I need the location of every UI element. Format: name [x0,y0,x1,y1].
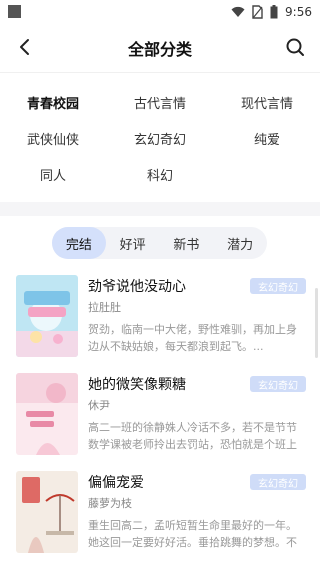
book-cover [16,275,78,357]
book-item[interactable]: 劲爷说他没动心 拉肚肚 玄幻奇幻 贺劲，临南一中大佬，野性难驯，再加上身边从不缺… [0,275,320,367]
book-author: 拉肚肚 [88,301,121,314]
wifi-icon [231,6,245,17]
no-sim-icon [252,5,263,19]
section-divider [0,202,320,216]
tab-new[interactable]: 新书 [160,227,214,259]
category-grid: 青春校园 古代言情 现代言情 武侠仙侠 玄幻奇幻 纯爱 同人 科幻 [0,72,320,202]
book-description: 贺劲，临南一中大佬，野性难驯，再加上身边从不缺姑娘，每天都浪到起飞。... [88,323,297,353]
category-item[interactable]: 同人 [8,165,98,184]
category-item[interactable]: 科幻 [115,165,205,184]
status-icons: 9:56 [231,3,312,21]
genre-tag: 玄幻奇幻 [250,376,306,392]
filter-tabs: 完结 好评 新书 潜力 [52,227,267,259]
tab-top-rated[interactable]: 好评 [106,227,160,259]
status-bar: 9:56 [0,0,320,24]
tab-potential[interactable]: 潜力 [213,227,267,259]
scrollbar[interactable] [315,288,318,358]
category-item[interactable]: 玄幻奇幻 [115,129,205,148]
book-cover [16,471,78,553]
battery-icon [270,5,278,19]
category-item[interactable]: 现代言情 [222,93,312,112]
search-icon[interactable] [284,36,306,58]
book-author: 休尹 [88,399,110,412]
category-item[interactable]: 青春校园 [8,93,98,112]
book-item[interactable]: 偏偏宠爱 藤萝为枝 玄幻奇幻 重生回高二，孟听短暂生命里最好的一年。她这回一定要… [0,471,320,563]
category-item[interactable]: 古代言情 [115,93,205,112]
genre-tag: 玄幻奇幻 [250,278,306,294]
category-item[interactable]: 纯爱 [222,129,312,148]
book-description: 重生回高二，孟听短暂生命里最好的一年。她这回一定要好好活。垂拾跳舞的梦想。不再.… [88,519,297,549]
book-title: 偏偏宠爱 [88,475,144,491]
book-item[interactable]: 她的微笑像颗糖 休尹 玄幻奇幻 高二一班的徐静姝人冷话不多，若不是节节数学课被老… [0,373,320,465]
book-title: 劲爷说他没动心 [88,279,186,295]
nav-bar: 全部分类 [0,24,320,70]
category-item[interactable]: 武侠仙侠 [8,129,98,148]
book-description: 高二一班的徐静姝人冷话不多，若不是节节数学课被老师拎出去罚站，恐怕就是个班上的.… [88,421,297,451]
book-title: 她的微笑像颗糖 [88,377,186,393]
book-author: 藤萝为枝 [88,497,132,510]
notification-icon [8,5,21,18]
clock: 9:56 [285,5,312,19]
genre-tag: 玄幻奇幻 [250,474,306,490]
book-cover [16,373,78,455]
page-title: 全部分类 [127,40,192,59]
tab-completed[interactable]: 完结 [52,227,106,259]
